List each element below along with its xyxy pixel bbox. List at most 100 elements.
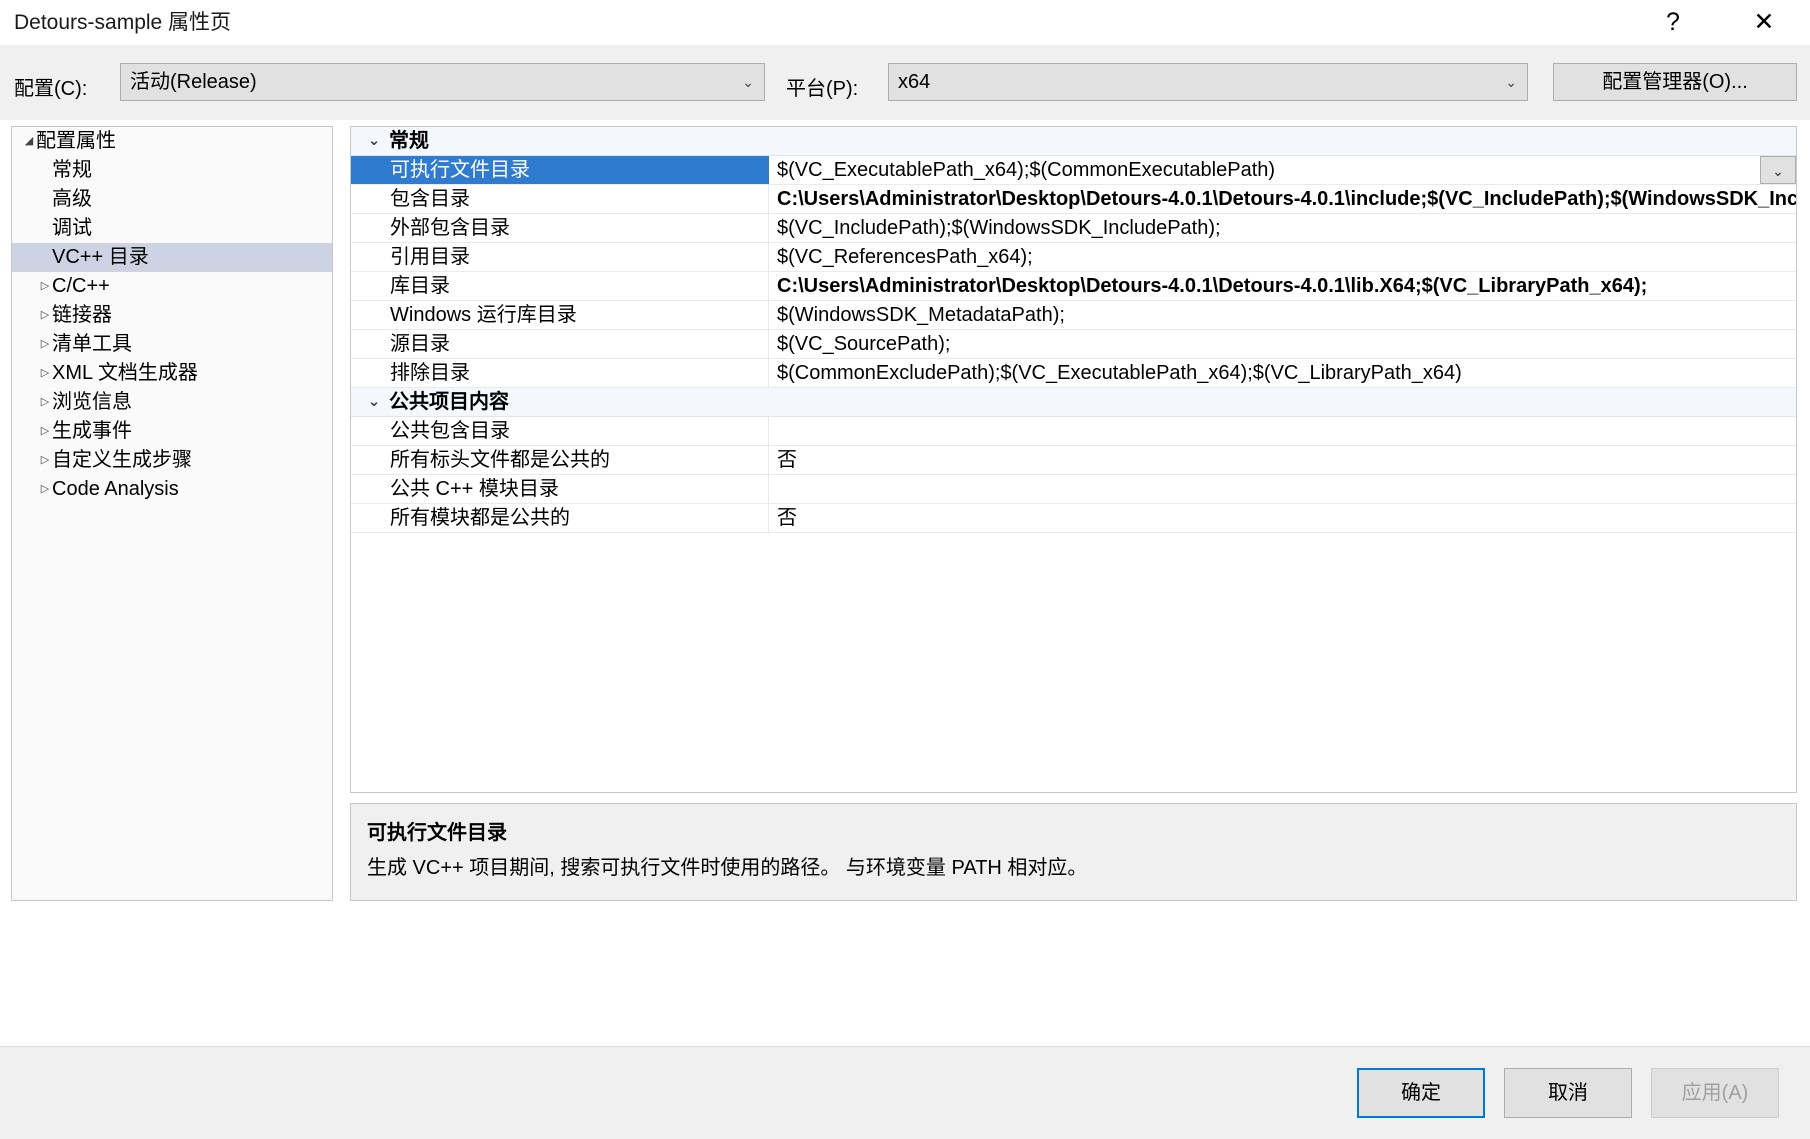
property-row[interactable]: Windows 运行库目录 $(WindowsSDK_MetadataPath); bbox=[351, 301, 1796, 330]
property-row[interactable]: 包含目录 C:\Users\Administrator\Desktop\Detou… bbox=[351, 185, 1796, 214]
property-value[interactable]: $(VC_ReferencesPath_x64); bbox=[769, 243, 1796, 271]
tree-item-5[interactable]: ▷ C/C++ bbox=[12, 272, 332, 301]
tree-item-label: 自定义生成步骤 bbox=[52, 449, 192, 472]
property-row[interactable]: 公共包含目录 bbox=[351, 417, 1796, 446]
tree-item-1[interactable]: 常规 bbox=[12, 156, 332, 185]
property-grid[interactable]: ⌄ 常规可执行文件目录 $(VC_ExecutablePath_x64);$(Com… bbox=[350, 126, 1797, 793]
platform-label: 平台(P): bbox=[786, 78, 859, 100]
title-bar: Detours-sample 属性页 ? ✕ bbox=[0, 0, 1810, 46]
tree-item-label: C/C++ bbox=[52, 275, 110, 298]
tree-collapsed-icon[interactable]: ▷ bbox=[38, 359, 52, 388]
property-category-label: 常规 bbox=[389, 130, 429, 152]
tree-item-2[interactable]: 高级 bbox=[12, 185, 332, 214]
description-panel: 可执行文件目录 生成 VC++ 项目期间, 搜索可执行文件时使用的路径。 与环境… bbox=[350, 803, 1797, 901]
tree-item-0[interactable]: ◢ 配置属性 bbox=[12, 127, 332, 156]
property-value[interactable]: $(VC_ExecutablePath_x64);$(CommonExecuta… bbox=[769, 156, 1796, 184]
property-row[interactable]: 引用目录 $(VC_ReferencesPath_x64); bbox=[351, 243, 1796, 272]
tree-item-label: 常规 bbox=[52, 159, 92, 182]
tree-item-label: 生成事件 bbox=[52, 420, 132, 443]
tree-expanded-icon[interactable]: ◢ bbox=[22, 127, 36, 156]
tree-item-11[interactable]: ▷ 自定义生成步骤 bbox=[12, 446, 332, 475]
tree-item-label: 链接器 bbox=[52, 304, 112, 327]
property-value[interactable] bbox=[769, 475, 1796, 503]
close-icon[interactable]: ✕ bbox=[1736, 0, 1792, 45]
property-value[interactable]: C:\Users\Administrator\Desktop\Detours-4… bbox=[769, 272, 1796, 300]
tree-item-label: 调试 bbox=[52, 217, 92, 240]
property-row[interactable]: 公共 C++ 模块目录 bbox=[351, 475, 1796, 504]
ok-button[interactable]: 确定 bbox=[1357, 1068, 1485, 1118]
chevron-down-icon[interactable]: ⌄ bbox=[365, 388, 383, 416]
tree-collapsed-icon[interactable]: ▷ bbox=[38, 272, 52, 301]
property-row[interactable]: 外部包含目录 $(VC_IncludePath);$(WindowsSDK_Inc… bbox=[351, 214, 1796, 243]
tree-item-3[interactable]: 调试 bbox=[12, 214, 332, 243]
property-value-dropdown-icon[interactable]: ⌄ bbox=[1760, 156, 1796, 184]
configuration-manager-button[interactable]: 配置管理器(O)... bbox=[1553, 63, 1797, 101]
property-value[interactable] bbox=[769, 417, 1796, 445]
apply-button[interactable]: 应用(A) bbox=[1651, 1068, 1779, 1118]
platform-value: x64 bbox=[898, 71, 931, 93]
configuration-value: 活动(Release) bbox=[130, 71, 257, 93]
chevron-down-icon: ⌄ bbox=[742, 74, 754, 90]
tree-item-label: XML 文档生成器 bbox=[52, 362, 198, 385]
tree-item-9[interactable]: ▷ 浏览信息 bbox=[12, 388, 332, 417]
tree-collapsed-icon[interactable]: ▷ bbox=[38, 446, 52, 475]
configuration-select[interactable]: 活动(Release) ⌄ bbox=[120, 63, 765, 101]
property-row[interactable]: 所有模块都是公共的否 bbox=[351, 504, 1796, 533]
property-name: 外部包含目录 bbox=[351, 214, 769, 242]
configuration-bar: 配置(C): 活动(Release) ⌄ 平台(P): x64 ⌄ 配置管理器(… bbox=[0, 45, 1810, 120]
chevron-down-icon[interactable]: ⌄ bbox=[365, 127, 383, 155]
property-grid-rows: ⌄ 常规可执行文件目录 $(VC_ExecutablePath_x64);$(Com… bbox=[351, 127, 1796, 792]
property-name: 包含目录 bbox=[351, 185, 769, 213]
property-name: 可执行文件目录 bbox=[351, 156, 769, 184]
property-name: 排除目录 bbox=[351, 359, 769, 387]
tree-collapsed-icon[interactable]: ▷ bbox=[38, 417, 52, 446]
property-row[interactable]: 排除目录 $(CommonExcludePath);$(VC_Executable… bbox=[351, 359, 1796, 388]
property-row[interactable]: 库目录 C:\Users\Administrator\Desktop\Detour… bbox=[351, 272, 1796, 301]
property-category-label: 公共项目内容 bbox=[389, 391, 509, 413]
dialog-footer: 确定 取消 应用(A) bbox=[0, 1046, 1810, 1139]
property-name: Windows 运行库目录 bbox=[351, 301, 769, 329]
tree-item-10[interactable]: ▷ 生成事件 bbox=[12, 417, 332, 446]
property-name: 公共包含目录 bbox=[351, 417, 769, 445]
tree-item-4[interactable]: VC++ 目录 bbox=[12, 243, 332, 272]
property-category-row[interactable]: ⌄ 公共项目内容 bbox=[351, 388, 1796, 417]
property-category-row[interactable]: ⌄ 常规 bbox=[351, 127, 1796, 156]
property-name: 公共 C++ 模块目录 bbox=[351, 475, 769, 503]
tree-item-label: 高级 bbox=[52, 188, 92, 211]
property-name: 源目录 bbox=[351, 330, 769, 358]
property-value[interactable]: C:\Users\Administrator\Desktop\Detours-4… bbox=[769, 185, 1796, 213]
cancel-button[interactable]: 取消 bbox=[1504, 1068, 1632, 1118]
tree-item-label: 浏览信息 bbox=[52, 391, 132, 414]
page-title: Detours-sample 属性页 bbox=[14, 11, 232, 34]
chevron-down-icon: ⌄ bbox=[1505, 74, 1517, 90]
tree-item-8[interactable]: ▷ XML 文档生成器 bbox=[12, 359, 332, 388]
property-name: 所有模块都是公共的 bbox=[351, 504, 769, 532]
property-name: 所有标头文件都是公共的 bbox=[351, 446, 769, 474]
description-title: 可执行文件目录 bbox=[367, 822, 507, 844]
description-body: 生成 VC++ 项目期间, 搜索可执行文件时使用的路径。 与环境变量 PATH … bbox=[367, 857, 1088, 879]
property-value[interactable]: $(VC_IncludePath);$(WindowsSDK_IncludePa… bbox=[769, 214, 1796, 242]
tree-collapsed-icon[interactable]: ▷ bbox=[38, 330, 52, 359]
property-row[interactable]: 所有标头文件都是公共的否 bbox=[351, 446, 1796, 475]
tree-collapsed-icon[interactable]: ▷ bbox=[38, 388, 52, 417]
property-value[interactable]: 否 bbox=[769, 504, 1796, 532]
tree-item-label: 清单工具 bbox=[52, 333, 132, 356]
property-value[interactable]: $(WindowsSDK_MetadataPath); bbox=[769, 301, 1796, 329]
property-value[interactable]: 否 bbox=[769, 446, 1796, 474]
tree-collapsed-icon[interactable]: ▷ bbox=[38, 301, 52, 330]
property-value[interactable]: $(CommonExcludePath);$(VC_ExecutablePath… bbox=[769, 359, 1796, 387]
platform-select[interactable]: x64 ⌄ bbox=[888, 63, 1528, 101]
property-tree[interactable]: ◢ 配置属性 常规 高级 调试 VC++ 目录 ▷ C/C++ ▷ 链接器 ▷ 清单工具 ▷ XML 文档… bbox=[11, 126, 333, 901]
tree-item-6[interactable]: ▷ 链接器 bbox=[12, 301, 332, 330]
configuration-label: 配置(C): bbox=[14, 78, 88, 100]
tree-item-7[interactable]: ▷ 清单工具 bbox=[12, 330, 332, 359]
property-name: 引用目录 bbox=[351, 243, 769, 271]
property-row[interactable]: 可执行文件目录 $(VC_ExecutablePath_x64);$(Common… bbox=[351, 156, 1796, 185]
tree-collapsed-icon[interactable]: ▷ bbox=[38, 475, 52, 504]
property-value[interactable]: $(VC_SourcePath); bbox=[769, 330, 1796, 358]
tree-item-label: Code Analysis bbox=[52, 478, 179, 501]
help-icon[interactable]: ? bbox=[1645, 0, 1701, 45]
property-row[interactable]: 源目录 $(VC_SourcePath); bbox=[351, 330, 1796, 359]
tree-item-12[interactable]: ▷ Code Analysis bbox=[12, 475, 332, 504]
tree-item-label: 配置属性 bbox=[36, 130, 116, 153]
